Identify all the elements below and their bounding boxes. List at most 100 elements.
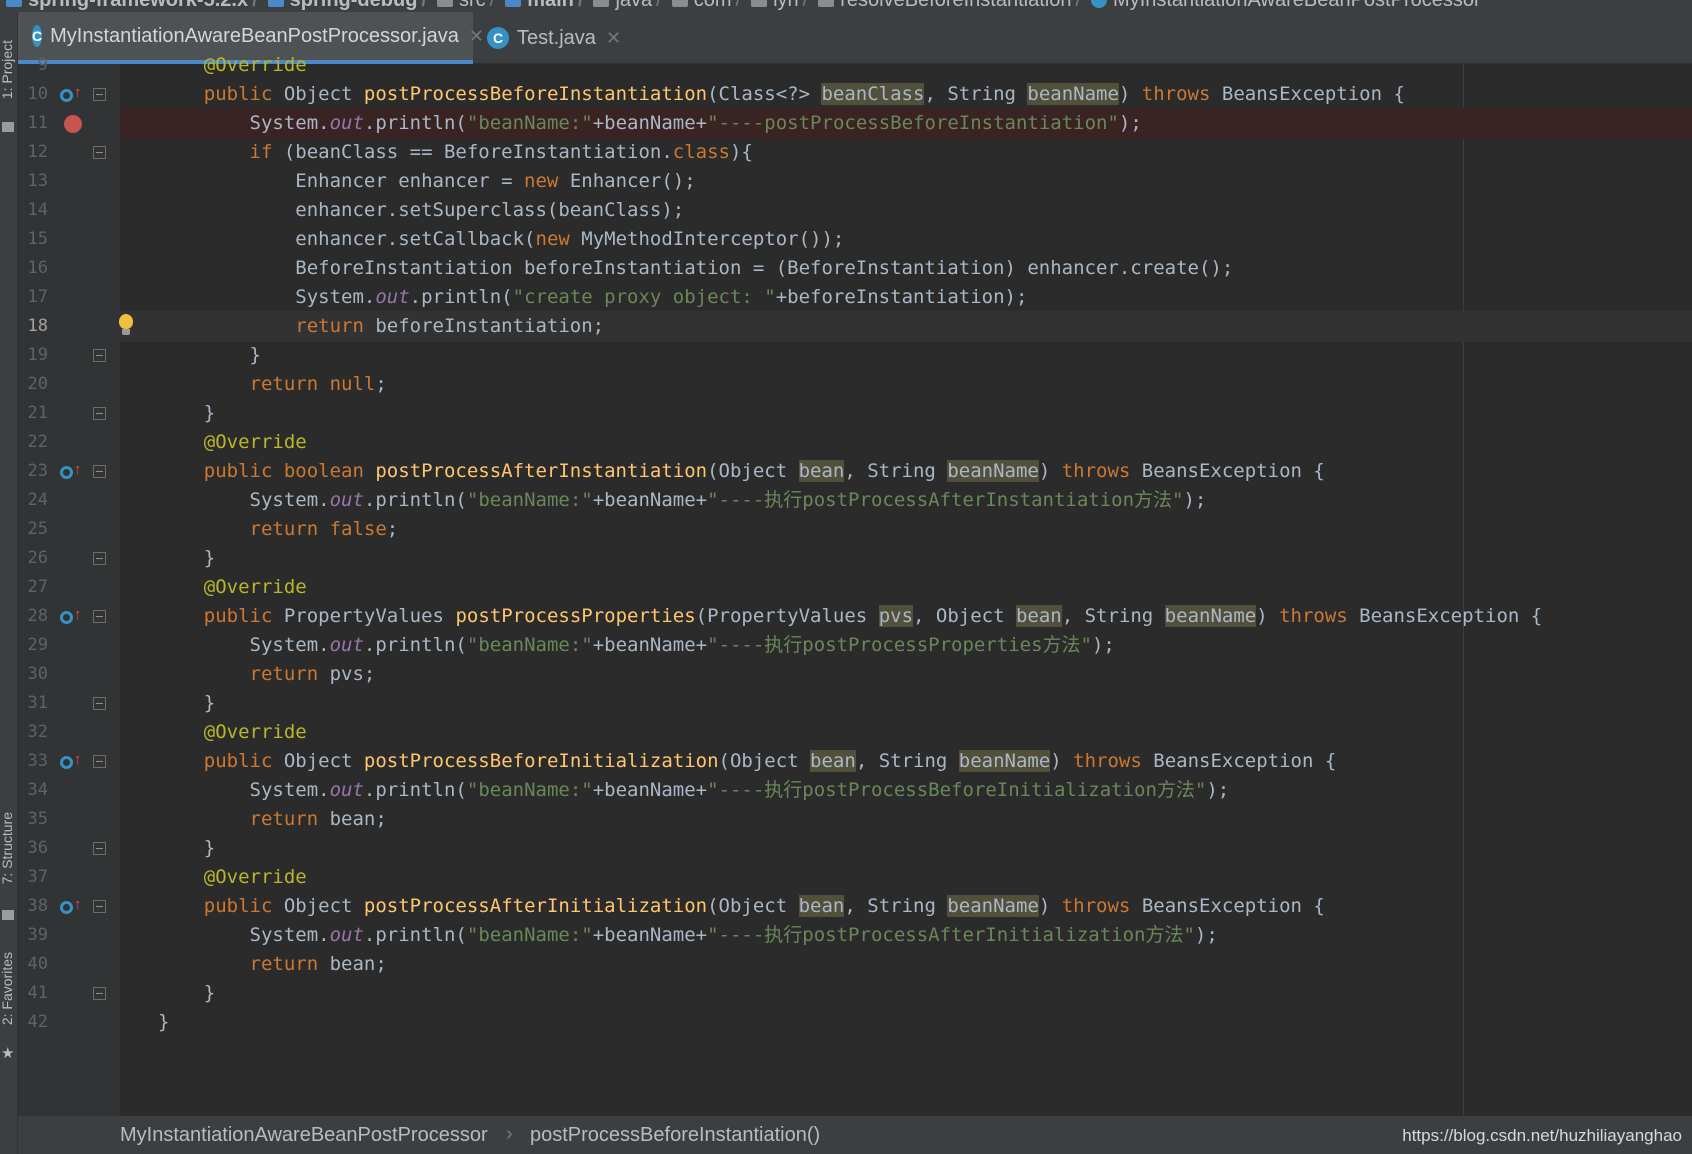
code-line[interactable]: 26 } bbox=[18, 543, 1692, 574]
structure-tool-button[interactable]: 7: Structure bbox=[0, 812, 15, 884]
override-method-icon[interactable]: ↑ bbox=[60, 462, 84, 482]
close-icon[interactable]: ✕ bbox=[606, 28, 621, 49]
code-line[interactable]: 31 } bbox=[18, 688, 1692, 719]
code-line[interactable]: 16 BeforeInstantiation beforeInstantiati… bbox=[18, 253, 1692, 284]
code-text: return beforeInstantiation; bbox=[158, 311, 604, 342]
code-line[interactable]: 37 @Override bbox=[18, 862, 1692, 893]
breakpoint-icon[interactable] bbox=[64, 115, 82, 133]
breadcrumb-item[interactable]: resolveBeforeInstantiation / bbox=[812, 0, 1085, 12]
code-line[interactable]: 33 ↑ public Object postProcessBeforeIniti… bbox=[18, 746, 1692, 777]
code-token: BeansException { bbox=[1153, 750, 1337, 772]
breadcrumb-item[interactable]: MyInstantiationAwareBeanPostProcessor bbox=[1085, 0, 1481, 12]
code-token: ) bbox=[1050, 750, 1074, 772]
project-tool-button[interactable]: 1: Project bbox=[0, 40, 15, 99]
code-line[interactable]: 30 return pvs; bbox=[18, 659, 1692, 690]
code-token: BeansException { bbox=[1141, 895, 1325, 917]
code-text: } bbox=[158, 688, 215, 719]
override-method-icon[interactable]: ↑ bbox=[60, 85, 84, 105]
code-line[interactable]: 27 @Override bbox=[18, 572, 1692, 603]
code-token: } bbox=[158, 1011, 170, 1033]
class-breadcrumb[interactable]: MyInstantiationAwareBeanPostProcessor bbox=[120, 1124, 488, 1147]
code-token: +beanName+ bbox=[592, 779, 708, 801]
code-line[interactable]: 14 enhancer.setSuperclass(beanClass); bbox=[18, 195, 1692, 226]
fold-toggle-icon[interactable] bbox=[93, 146, 106, 159]
code-line[interactable]: 36 } bbox=[18, 833, 1692, 864]
code-line[interactable]: 19 } bbox=[18, 340, 1692, 371]
line-number: 15 bbox=[27, 229, 48, 249]
override-method-icon[interactable]: ↑ bbox=[60, 752, 84, 772]
code-line[interactable]: 38 ↑ public Object postProcessAfterInitia… bbox=[18, 891, 1692, 922]
code-token: enhancer.setCallback( bbox=[158, 228, 536, 250]
code-token: "----执行postProcessAfterInitialization方法" bbox=[707, 924, 1195, 946]
code-token: beanName bbox=[1027, 83, 1119, 105]
code-line[interactable]: 25 return false; bbox=[18, 514, 1692, 545]
fold-toggle-icon[interactable] bbox=[93, 755, 106, 768]
code-text: enhancer.setSuperclass(beanClass); bbox=[158, 195, 684, 226]
code-line[interactable]: 15 enhancer.setCallback(new MyMethodInte… bbox=[18, 224, 1692, 255]
code-line[interactable]: 20 return null; bbox=[18, 369, 1692, 400]
code-token: "beanName:" bbox=[466, 924, 593, 946]
code-token: System. bbox=[158, 634, 330, 656]
breadcrumb-item[interactable]: main / bbox=[499, 0, 587, 12]
fold-toggle-icon[interactable] bbox=[93, 610, 106, 623]
code-line[interactable]: 39 System.out.println("beanName:"+beanNa… bbox=[18, 920, 1692, 951]
breadcrumb-item[interactable]: com / bbox=[666, 0, 745, 12]
fold-toggle-icon[interactable] bbox=[93, 900, 106, 913]
code-line[interactable]: 24 System.out.println("beanName:"+beanNa… bbox=[18, 485, 1692, 516]
code-token: return bbox=[158, 808, 330, 830]
breadcrumb-label: MyInstantiationAwareBeanPostProcessor bbox=[1113, 0, 1481, 12]
code-text: } bbox=[158, 340, 261, 371]
breadcrumb-item[interactable]: spring-debug/ bbox=[262, 0, 431, 12]
code-line[interactable]: 34 System.out.println("beanName:"+beanNa… bbox=[18, 775, 1692, 806]
code-token: return null bbox=[158, 373, 376, 395]
code-line[interactable]: 42} bbox=[18, 1007, 1692, 1038]
breadcrumb-item[interactable]: spring-framework-5.2.x / bbox=[0, 0, 262, 12]
lightbulb-icon[interactable] bbox=[118, 314, 134, 338]
code-line[interactable]: 32 @Override bbox=[18, 717, 1692, 748]
code-line[interactable]: 29 System.out.println("beanName:"+beanNa… bbox=[18, 630, 1692, 661]
breadcrumb-item[interactable]: java / bbox=[587, 0, 665, 12]
code-token: , Object bbox=[913, 605, 1016, 627]
code-text: public Object postProcessAfterInitializa… bbox=[158, 891, 1325, 922]
code-line[interactable]: 10 ↑ public Object postProcessBeforeInsta… bbox=[18, 79, 1692, 110]
code-token: (PropertyValues bbox=[695, 605, 879, 627]
fold-toggle-icon[interactable] bbox=[93, 987, 106, 1000]
watermark: https://blog.csdn.net/huzhiliayanghao bbox=[1402, 1126, 1682, 1145]
code-line[interactable]: 35 return bean; bbox=[18, 804, 1692, 835]
code-line[interactable]: 18 return beforeInstantiation; bbox=[18, 311, 1692, 342]
fold-toggle-icon[interactable] bbox=[93, 552, 106, 565]
code-line[interactable]: 11 System.out.println("beanName:"+beanNa… bbox=[18, 108, 1692, 139]
code-token: BeforeInstantiation beforeInstantiation … bbox=[158, 257, 1234, 279]
code-line[interactable]: 41 } bbox=[18, 978, 1692, 1009]
fold-toggle-icon[interactable] bbox=[93, 842, 106, 855]
code-token: out bbox=[329, 779, 364, 801]
code-token: .println( bbox=[363, 779, 467, 801]
code-line[interactable]: 22 @Override bbox=[18, 427, 1692, 458]
fold-toggle-icon[interactable] bbox=[93, 465, 106, 478]
fold-toggle-icon[interactable] bbox=[93, 349, 106, 362]
favorites-tool-button[interactable]: 2: Favorites bbox=[0, 952, 15, 1025]
method-breadcrumb[interactable]: postProcessBeforeInstantiation() bbox=[530, 1124, 820, 1147]
line-number: 35 bbox=[27, 809, 48, 829]
fold-toggle-icon[interactable] bbox=[93, 407, 106, 420]
code-token: bean; bbox=[329, 808, 387, 830]
code-line[interactable]: 40 return bean; bbox=[18, 949, 1692, 980]
code-line[interactable]: 17 System.out.println("create proxy obje… bbox=[18, 282, 1692, 313]
code-line[interactable]: 9 @Override bbox=[18, 50, 1692, 81]
code-line[interactable]: 21 } bbox=[18, 398, 1692, 429]
breadcrumb-item[interactable]: src / bbox=[431, 0, 499, 12]
breadcrumb-item[interactable]: lyh / bbox=[745, 0, 812, 12]
fold-toggle-icon[interactable] bbox=[93, 697, 106, 710]
code-line[interactable]: 28 ↑ public PropertyValues postProcessPro… bbox=[18, 601, 1692, 632]
code-line[interactable]: 12 if (beanClass == BeforeInstantiation.… bbox=[18, 137, 1692, 168]
code-text: System.out.println("beanName:"+beanName+… bbox=[158, 485, 1207, 516]
code-line[interactable]: 23 ↑ public boolean postProcessAfterInsta… bbox=[18, 456, 1692, 487]
code-token: throws bbox=[1279, 605, 1360, 627]
code-line[interactable]: 13 Enhancer enhancer = new Enhancer(); bbox=[18, 166, 1692, 197]
override-method-icon[interactable]: ↑ bbox=[60, 607, 84, 627]
class-icon: C bbox=[32, 25, 43, 47]
code-token: MyMethodInterceptor()); bbox=[581, 228, 845, 250]
code-token: bean bbox=[810, 750, 856, 772]
override-method-icon[interactable]: ↑ bbox=[60, 897, 84, 917]
fold-toggle-icon[interactable] bbox=[93, 88, 106, 101]
